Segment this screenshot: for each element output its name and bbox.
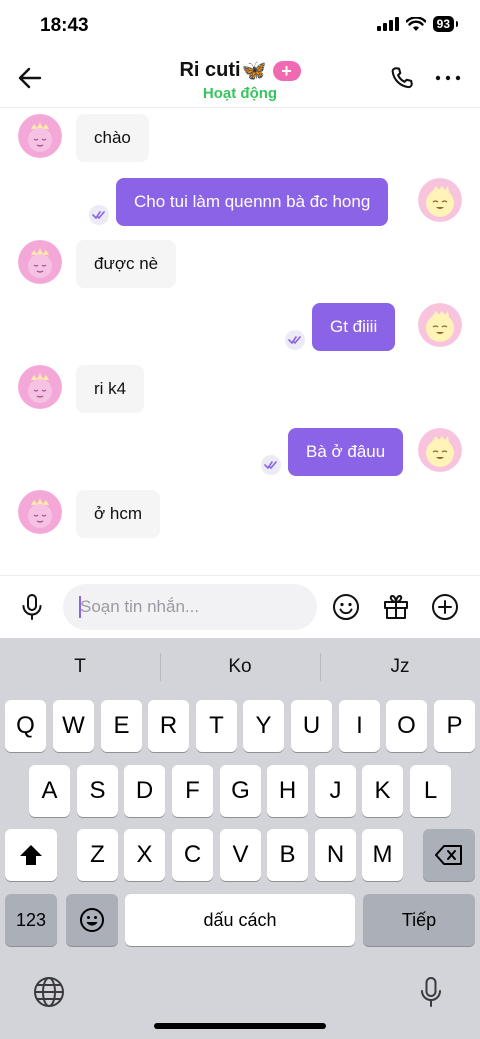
text-cursor xyxy=(79,596,81,618)
gift-button[interactable] xyxy=(380,591,412,623)
more-options-button[interactable] xyxy=(432,62,464,94)
status-time: 18:43 xyxy=(40,15,89,36)
more-horizontal-icon xyxy=(435,75,461,81)
my-avatar[interactable] xyxy=(418,428,462,472)
key-g[interactable]: G xyxy=(220,765,261,817)
plus-badge: + xyxy=(272,60,301,81)
key-o[interactable]: O xyxy=(386,700,427,752)
phone-icon xyxy=(391,67,413,89)
key-h[interactable]: H xyxy=(267,765,308,817)
contact-avatar[interactable] xyxy=(18,114,62,158)
space-key[interactable]: dấu cách xyxy=(125,894,355,946)
suggestion[interactable]: T xyxy=(0,638,160,696)
shift-key[interactable] xyxy=(5,829,57,881)
key-e[interactable]: E xyxy=(101,700,142,752)
suggestion[interactable]: Ko xyxy=(160,638,320,696)
shift-icon xyxy=(20,845,42,865)
key-c[interactable]: C xyxy=(172,829,213,881)
wifi-icon xyxy=(405,16,426,31)
message-bubble-incoming[interactable]: ở hcm xyxy=(76,490,160,538)
emoji-button[interactable] xyxy=(330,591,362,623)
add-attachment-button[interactable] xyxy=(429,591,461,623)
message-bubble-outgoing[interactable]: Cho tui làm quennn bà đc hong xyxy=(116,178,389,226)
globe-button[interactable] xyxy=(32,975,66,1009)
key-b[interactable]: B xyxy=(267,829,308,881)
globe-icon xyxy=(34,977,64,1007)
key-y[interactable]: Y xyxy=(243,700,284,752)
on-screen-keyboard: T Ko Jz Q W E R T Y U I O P A S D F G H … xyxy=(0,638,480,1039)
key-m[interactable]: M xyxy=(362,829,403,881)
emoji-key[interactable] xyxy=(66,894,118,946)
status-icons: 93 xyxy=(376,16,459,32)
dictation-button[interactable] xyxy=(414,974,448,1010)
key-p[interactable]: P xyxy=(434,700,475,752)
key-s[interactable]: S xyxy=(77,765,118,817)
emoji-keyboard-icon xyxy=(80,908,104,932)
key-r[interactable]: R xyxy=(148,700,189,752)
voice-message-button[interactable] xyxy=(16,591,48,623)
chat-header: Ri cuti 🦋 + Hoạt động xyxy=(0,50,480,108)
cellular-signal-icon xyxy=(376,17,399,31)
message-bubble-incoming[interactable]: ri k4 xyxy=(76,365,145,413)
my-avatar[interactable] xyxy=(418,178,462,222)
status-bar: 18:43 93 xyxy=(0,0,480,50)
key-i[interactable]: I xyxy=(339,700,380,752)
call-button[interactable] xyxy=(386,62,418,94)
key-k[interactable]: K xyxy=(362,765,403,817)
key-d[interactable]: D xyxy=(124,765,165,817)
key-j[interactable]: J xyxy=(315,765,356,817)
seen-check-icon xyxy=(285,330,305,350)
my-avatar[interactable] xyxy=(418,303,462,347)
contact-avatar[interactable] xyxy=(18,490,62,534)
numbers-key[interactable]: 123 xyxy=(5,894,57,946)
microphone-icon xyxy=(22,594,42,620)
key-n[interactable]: N xyxy=(315,829,356,881)
message-input[interactable] xyxy=(63,584,317,630)
predictive-bar: T Ko Jz xyxy=(0,638,480,696)
key-q[interactable]: Q xyxy=(5,700,46,752)
microphone-icon xyxy=(421,977,441,1007)
home-indicator[interactable] xyxy=(154,1023,326,1029)
message-bubble-incoming[interactable]: được nè xyxy=(76,240,177,288)
key-u[interactable]: U xyxy=(291,700,332,752)
seen-check-icon xyxy=(89,205,109,225)
smiley-icon xyxy=(333,594,359,620)
key-f[interactable]: F xyxy=(172,765,213,817)
seen-check-icon xyxy=(261,455,281,475)
key-a[interactable]: A xyxy=(29,765,70,817)
suggestion[interactable]: Jz xyxy=(320,638,480,696)
message-bubble-outgoing[interactable]: Gt điiii xyxy=(312,303,396,351)
delete-key[interactable] xyxy=(423,829,475,881)
contact-avatar[interactable] xyxy=(18,365,62,409)
key-t[interactable]: T xyxy=(196,700,237,752)
key-l[interactable]: L xyxy=(410,765,451,817)
backspace-icon xyxy=(435,845,462,865)
key-w[interactable]: W xyxy=(53,700,94,752)
contact-avatar[interactable] xyxy=(18,240,62,284)
message-bubble-outgoing[interactable]: Bà ở đâuu xyxy=(288,428,404,476)
return-key[interactable]: Tiếp xyxy=(363,894,475,946)
gift-icon xyxy=(384,594,408,619)
battery-indicator: 93 xyxy=(432,16,459,32)
message-list[interactable]: chào Cho tui làm quennn bà đc hong được … xyxy=(0,108,480,575)
plus-circle-icon xyxy=(432,594,458,620)
key-v[interactable]: V xyxy=(220,829,261,881)
chat-title: Ri cuti xyxy=(179,59,241,81)
key-x[interactable]: X xyxy=(124,829,165,881)
butterfly-icon: 🦋 xyxy=(241,60,267,82)
key-z[interactable]: Z xyxy=(77,829,118,881)
message-composer xyxy=(0,575,480,638)
message-bubble-incoming[interactable]: chào xyxy=(76,114,149,162)
